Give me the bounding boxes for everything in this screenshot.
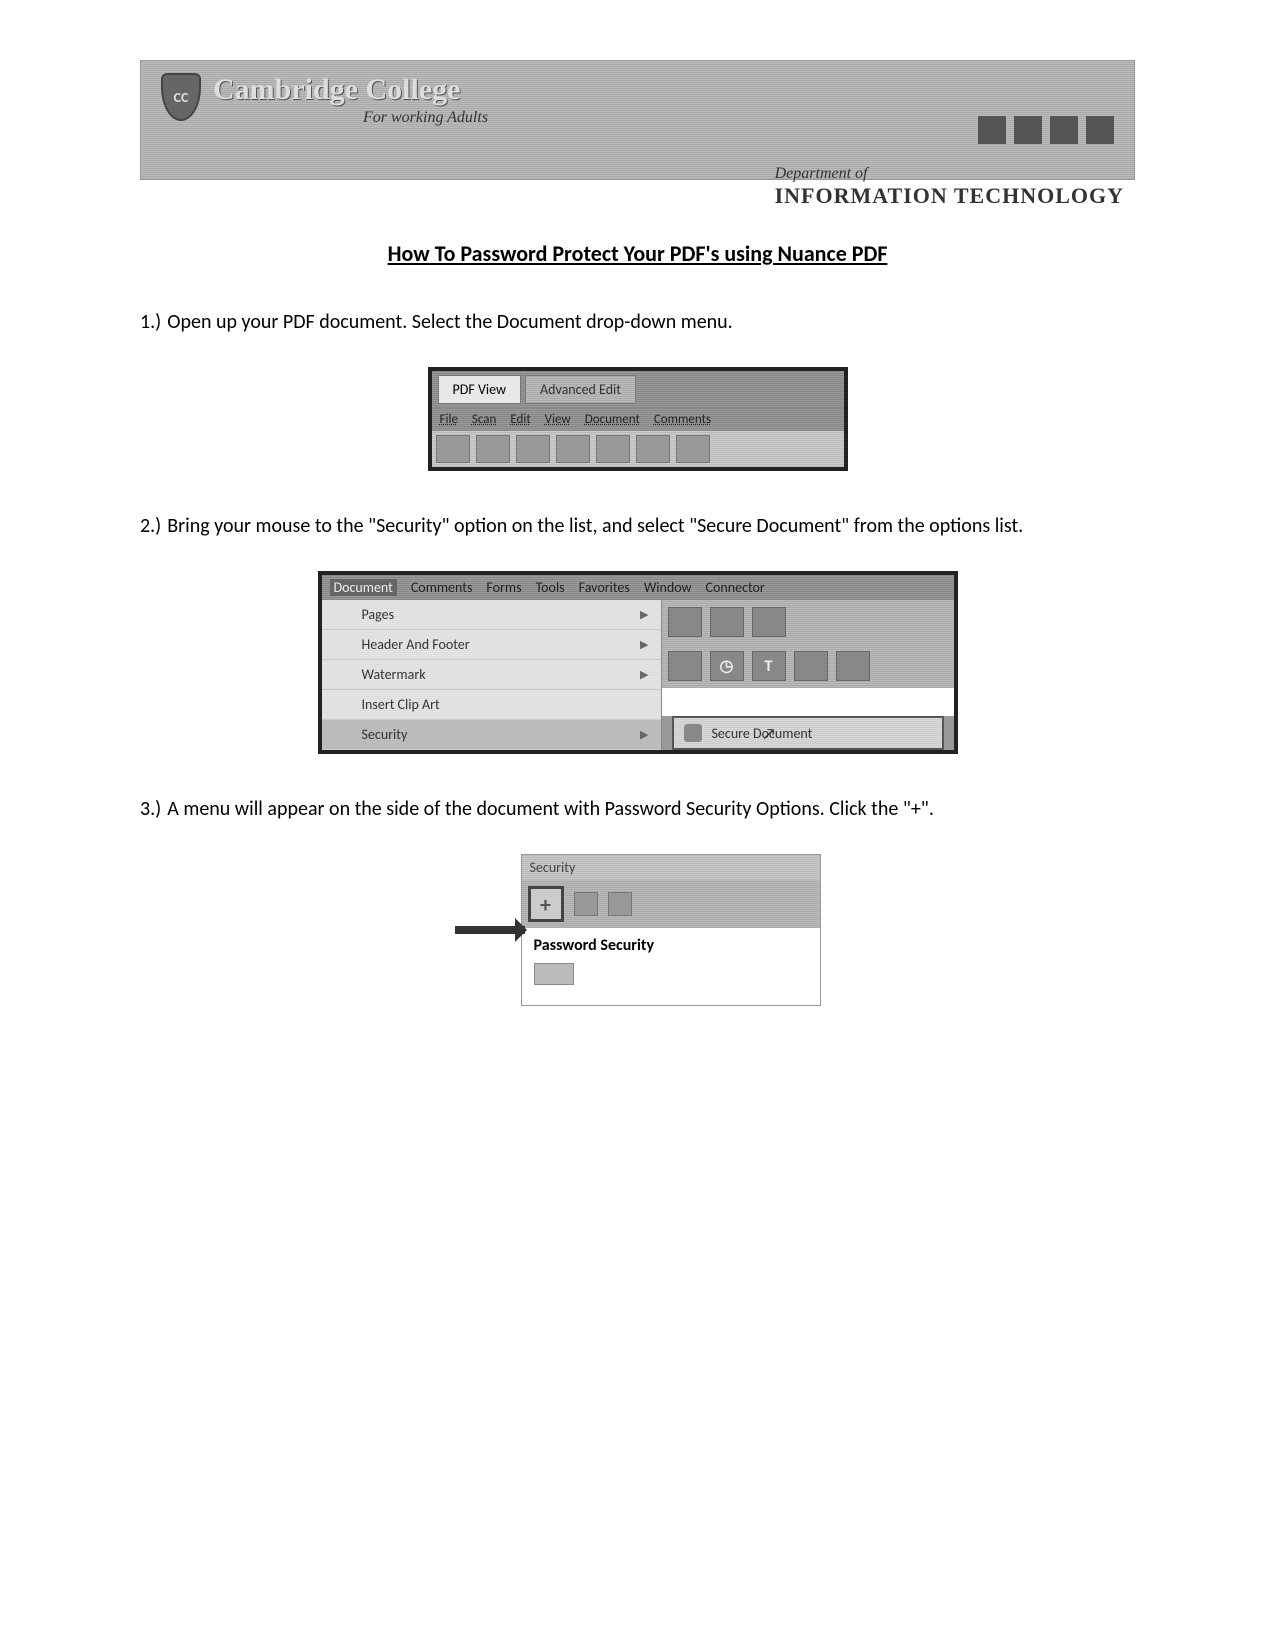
tab-pdf-view[interactable]: PDF View (438, 375, 522, 404)
security-panel-toolbar: + (522, 880, 820, 928)
nuance-icon[interactable]: ◷ (710, 651, 744, 681)
document-dropdown: Pages▶ Header And Footer▶ Watermark▶ Ins… (322, 600, 662, 750)
letterhead-banner: CC Cambridge College For working Adults … (140, 60, 1135, 180)
toolbar-button[interactable] (516, 435, 550, 463)
menu-item-pages[interactable]: Pages▶ (322, 600, 661, 630)
toolbar-button[interactable] (668, 651, 702, 681)
submenu-arrow-icon: ▶ (640, 638, 648, 651)
menu-item-watermark[interactable]: Watermark▶ (322, 660, 661, 690)
step-body: Bring your mouse to the "Security" optio… (167, 511, 1135, 541)
right-toolbar-1 (662, 600, 954, 644)
screenshot-3: Security + Password Security (140, 854, 1135, 1006)
menu-item-header-footer[interactable]: Header And Footer▶ (322, 630, 661, 660)
step-number: 1.) (140, 307, 161, 337)
step-body: A menu will appear on the side of the do… (167, 794, 1135, 824)
add-security-button[interactable]: + (528, 886, 564, 922)
menu-document[interactable]: Document (330, 579, 397, 596)
toolbar-button[interactable] (436, 435, 470, 463)
gear-icon[interactable] (608, 892, 632, 916)
toolbar-button[interactable] (676, 435, 710, 463)
step-1: 1.) Open up your PDF document. Select th… (140, 307, 1135, 337)
menu-item-security[interactable]: Security▶ (322, 720, 661, 750)
menu-document[interactable]: Document (585, 412, 640, 427)
toolbar (432, 431, 844, 467)
submenu-arrow-icon: ▶ (640, 608, 648, 621)
menu-favorites[interactable]: Favorites (579, 579, 630, 596)
toolbar-button[interactable] (794, 651, 828, 681)
password-security-section: Password Security (522, 928, 820, 1005)
menu-comments[interactable]: Comments (411, 579, 473, 596)
security-scheme-thumbnail[interactable] (534, 963, 574, 985)
menu-file[interactable]: File (440, 412, 458, 427)
menu-bar: File Scan Edit View Document Comments (432, 408, 844, 431)
document-area (662, 688, 954, 716)
toolbar-button[interactable] (836, 651, 870, 681)
college-tagline: For working Adults (363, 109, 488, 127)
app-tab-row: PDF View Advanced Edit (432, 371, 844, 408)
menu-view[interactable]: View (545, 412, 571, 427)
delete-icon[interactable] (574, 892, 598, 916)
menu-comments[interactable]: Comments (654, 412, 711, 427)
banner-decorative-icons (978, 116, 1114, 144)
menu-window[interactable]: Window (644, 579, 692, 596)
department-name: INFORMATION TECHNOLOGY (775, 183, 1124, 209)
college-shield-icon: CC (161, 73, 201, 121)
menu-connector[interactable]: Connector (706, 579, 765, 596)
security-panel-title: Security (522, 855, 820, 880)
department-prefix: Department of (775, 165, 1124, 183)
step-body: Open up your PDF document. Select the Do… (167, 307, 1135, 337)
menu-item-secure-document[interactable]: Secure Document (712, 725, 813, 742)
menu-forms[interactable]: Forms (486, 579, 521, 596)
toolbar-button[interactable] (752, 607, 786, 637)
step-number: 3.) (140, 794, 161, 824)
toolbar-button[interactable] (556, 435, 590, 463)
text-tool-icon[interactable]: T (752, 651, 786, 681)
menu-tools[interactable]: Tools (536, 579, 565, 596)
menu-scan[interactable]: Scan (472, 412, 496, 427)
toolbar-button[interactable] (476, 435, 510, 463)
right-toolbar-2: ◷ T (662, 644, 954, 688)
document-title: How To Password Protect Your PDF's using… (140, 240, 1135, 267)
step-3: 3.) A menu will appear on the side of th… (140, 794, 1135, 824)
step-number: 2.) (140, 511, 161, 541)
college-name: Cambridge College (213, 73, 488, 107)
submenu-arrow-icon: ▶ (640, 668, 648, 681)
lock-icon (684, 724, 702, 742)
step-2: 2.) Bring your mouse to the "Security" o… (140, 511, 1135, 541)
toolbar-button[interactable] (668, 607, 702, 637)
toolbar-button[interactable] (710, 607, 744, 637)
menu-item-clipart[interactable]: Insert Clip Art (322, 690, 661, 720)
menu-bar: Document Comments Forms Tools Favorites … (322, 575, 954, 600)
toolbar-button[interactable] (596, 435, 630, 463)
security-submenu: Secure Document (672, 716, 944, 750)
toolbar-button[interactable] (636, 435, 670, 463)
submenu-arrow-icon: ▶ (640, 728, 648, 741)
screenshot-2: Document Comments Forms Tools Favorites … (318, 571, 958, 754)
menu-edit[interactable]: Edit (510, 412, 530, 427)
callout-arrow-icon (455, 926, 525, 934)
tab-advanced-edit[interactable]: Advanced Edit (525, 375, 636, 404)
screenshot-1: PDF View Advanced Edit File Scan Edit Vi… (428, 367, 848, 471)
